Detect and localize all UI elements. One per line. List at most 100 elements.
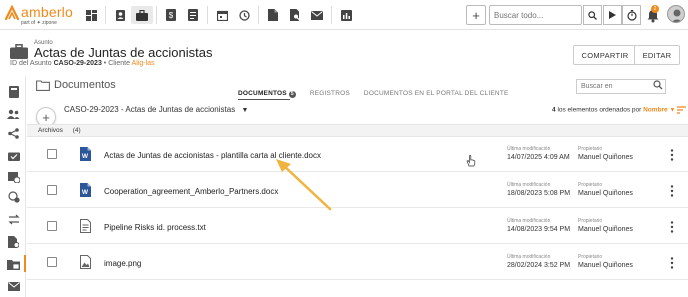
active-tab-underline bbox=[238, 99, 290, 100]
logo-subtitle: part of ✦ zipone bbox=[21, 20, 57, 26]
notification-badge: 2 bbox=[651, 5, 659, 13]
calendar-icon[interactable] bbox=[211, 6, 233, 24]
more-options-icon[interactable] bbox=[670, 185, 674, 197]
text-file-icon bbox=[80, 219, 91, 233]
sidebar-item-overview[interactable] bbox=[7, 85, 20, 98]
documents-icon[interactable] bbox=[262, 6, 284, 24]
table-row[interactable]: W Cooperation_agreement_Amberlo_Partners… bbox=[27, 173, 688, 208]
nav-divider bbox=[105, 6, 106, 24]
sidebar-item-events[interactable] bbox=[7, 170, 20, 183]
more-options-icon[interactable] bbox=[670, 257, 674, 269]
tab-label: DOCUMENTOS bbox=[238, 90, 287, 97]
sort-order-icon[interactable] bbox=[677, 106, 687, 114]
time-dollar-icon bbox=[7, 190, 20, 203]
matter-sidebar bbox=[0, 76, 26, 297]
mail-icon[interactable] bbox=[306, 6, 328, 24]
search-icon bbox=[588, 10, 597, 20]
table-row[interactable]: Pipeline Risks id. process.txt Última mo… bbox=[27, 209, 688, 244]
client-link[interactable]: Alig-las bbox=[132, 60, 155, 67]
table-row[interactable]: image.png Última modificación 28/02/2024… bbox=[27, 245, 688, 280]
documents-heading: Documentos bbox=[54, 79, 116, 91]
file-name-link[interactable]: Actas de Juntas de accionistas - plantil… bbox=[104, 151, 321, 160]
matter-meta: ID del Asunto CASO-29-2023 • Cliente Ali… bbox=[10, 60, 155, 67]
row-checkbox[interactable] bbox=[47, 257, 57, 267]
matters-icon[interactable] bbox=[131, 6, 153, 24]
files-label: Archivos bbox=[38, 127, 63, 134]
documents-tabs: DOCUMENTOS 5 REGISTROS DOCUMENTOS EN EL P… bbox=[238, 90, 509, 98]
nav-divider bbox=[156, 6, 157, 24]
page-title: Actas de Juntas de accionistas bbox=[34, 45, 213, 60]
briefcase-check-icon bbox=[7, 152, 20, 161]
briefcase-icon bbox=[10, 44, 28, 59]
breadcrumb-dropdown[interactable]: CASO-29-2023 - Actas de Juntas de accion… bbox=[64, 105, 248, 114]
files-group-header bbox=[27, 124, 688, 137]
user-avatar[interactable] bbox=[667, 5, 685, 23]
row-checkbox[interactable] bbox=[47, 221, 57, 231]
svg-text:W: W bbox=[82, 153, 89, 160]
more-options-icon[interactable] bbox=[670, 221, 674, 233]
table-row[interactable]: W Actas de Juntas de accionistas - plant… bbox=[27, 137, 688, 172]
dashboard-icon[interactable] bbox=[80, 6, 102, 24]
book-icon bbox=[8, 85, 19, 98]
file-name-link[interactable]: Pipeline Risks id. process.txt bbox=[104, 223, 206, 232]
sort-caret-icon[interactable]: ▼ bbox=[669, 108, 675, 114]
sidebar-item-time[interactable] bbox=[7, 190, 20, 203]
modified-label: Última modificación bbox=[507, 218, 551, 224]
tab-documents[interactable]: DOCUMENTOS 5 bbox=[238, 90, 296, 98]
sidebar-item-tasks[interactable] bbox=[7, 149, 20, 162]
top-navigation-bar: amberlo part of ✦ zipone $ + 2 bbox=[0, 0, 688, 30]
tab-label: DOCUMENTOS EN EL PORTAL DEL CLIENTE bbox=[363, 90, 509, 97]
sidebar-item-share[interactable] bbox=[7, 127, 20, 140]
svg-text:$: $ bbox=[169, 11, 174, 20]
mail-icon bbox=[7, 282, 20, 291]
row-checkbox[interactable] bbox=[47, 185, 57, 195]
tab-client-portal[interactable]: DOCUMENTOS EN EL PORTAL DEL CLIENTE bbox=[364, 90, 509, 98]
items-count: 4 bbox=[552, 106, 556, 114]
plus-icon: + bbox=[42, 109, 50, 125]
time-icon[interactable] bbox=[233, 6, 255, 24]
tab-records[interactable]: REGISTROS bbox=[310, 90, 350, 98]
sidebar-item-mail[interactable] bbox=[7, 280, 20, 293]
file-name-link[interactable]: Cooperation_agreement_Amberlo_Partners.d… bbox=[104, 187, 278, 196]
modified-label: Última modificación bbox=[507, 146, 551, 152]
contacts-icon[interactable] bbox=[109, 6, 131, 24]
nav-divider bbox=[258, 6, 259, 24]
sidebar-item-transfers[interactable] bbox=[7, 213, 20, 226]
sidebar-item-documents[interactable] bbox=[7, 258, 20, 271]
tab-label: REGISTROS bbox=[309, 90, 350, 97]
word-file-icon: W bbox=[80, 147, 91, 161]
sidebar-item-invoices[interactable] bbox=[7, 235, 20, 248]
files-group-label: Archivos (4) bbox=[38, 127, 81, 134]
search-icon[interactable] bbox=[653, 80, 663, 90]
owner-label: Propietario bbox=[578, 146, 603, 152]
sort-field-dropdown[interactable]: Nombre bbox=[643, 107, 668, 114]
document-search-icon[interactable] bbox=[284, 6, 306, 24]
reports-icon[interactable] bbox=[182, 6, 204, 24]
sidebar-item-people[interactable] bbox=[7, 107, 20, 120]
file-name-link[interactable]: image.png bbox=[104, 259, 141, 268]
plus-icon: + bbox=[472, 7, 480, 23]
main-nav: $ bbox=[80, 6, 357, 24]
row-checkbox[interactable] bbox=[47, 149, 57, 159]
more-options-icon[interactable] bbox=[670, 149, 674, 161]
modified-label: Última modificación bbox=[507, 182, 551, 188]
billing-icon[interactable]: $ bbox=[160, 6, 182, 24]
owner-value: Manuel Quiñones bbox=[578, 226, 633, 233]
modified-value: 18/08/2023 5:08 PM bbox=[507, 190, 571, 197]
global-search-input[interactable] bbox=[489, 5, 582, 25]
word-file-icon: W bbox=[80, 183, 91, 197]
amberlo-logo-icon bbox=[4, 5, 20, 21]
edit-button[interactable]: EDITAR bbox=[634, 45, 680, 65]
files-count: (4) bbox=[72, 127, 81, 134]
matter-id-label: ID del Asunto bbox=[10, 60, 52, 67]
nav-divider bbox=[331, 6, 332, 24]
quick-add-button[interactable]: + bbox=[466, 5, 486, 25]
share-button[interactable]: COMPARTIR bbox=[573, 45, 637, 65]
stopwatch-button[interactable] bbox=[622, 5, 641, 25]
owner-label: Propietario bbox=[578, 218, 603, 224]
global-search-button[interactable] bbox=[583, 5, 602, 25]
play-timer-button[interactable] bbox=[603, 5, 622, 25]
analytics-icon[interactable] bbox=[335, 6, 357, 24]
people-icon bbox=[7, 109, 20, 119]
amberlo-logo[interactable]: amberlo part of ✦ zipone bbox=[4, 3, 74, 27]
